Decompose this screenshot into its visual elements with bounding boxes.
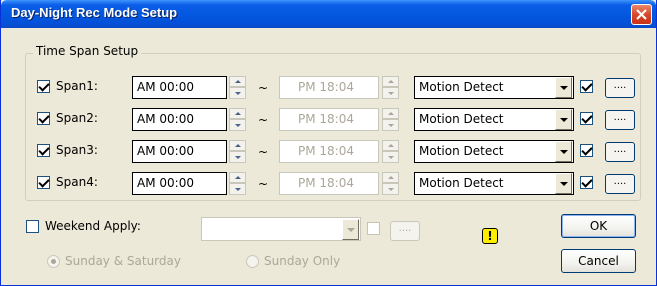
span-start-time-spinner[interactable] (229, 140, 246, 163)
span-more-button[interactable]: .... (605, 174, 635, 194)
span-enable-checkbox[interactable] (37, 176, 50, 189)
radio-sunday-only-label: Sunday Only (264, 254, 341, 268)
spin-down-icon[interactable] (229, 87, 246, 99)
span-end-time-field[interactable]: PM 18:04 (279, 140, 379, 163)
span-mode-value: Motion Detect (419, 144, 504, 158)
span-more-button[interactable]: .... (605, 142, 635, 162)
cancel-button[interactable]: Cancel (561, 249, 636, 273)
span-label: Span1: (56, 79, 98, 93)
dialog-window: Day-Night Rec Mode Setup Time Span Setup… (0, 0, 657, 286)
span-separator: ~ (258, 145, 269, 159)
span-label: Span2: (56, 111, 98, 125)
ok-button[interactable]: OK (561, 214, 636, 238)
window-title: Day-Night Rec Mode Setup (11, 5, 178, 20)
span-enable-checkbox[interactable] (37, 144, 50, 157)
warning-icon: ! (482, 228, 498, 244)
span-end-time-value: PM 18:04 (298, 112, 354, 126)
span-mode-dropdown-button[interactable] (555, 77, 572, 98)
close-button[interactable] (631, 4, 652, 25)
span-more-button[interactable]: .... (605, 110, 635, 130)
weekend-more-button[interactable]: .... (390, 221, 420, 241)
span-start-time-value: AM 00:00 (137, 144, 194, 158)
spin-down-icon[interactable] (382, 183, 399, 195)
title-bar[interactable]: Day-Night Rec Mode Setup (1, 0, 656, 28)
spin-down-icon[interactable] (229, 183, 246, 195)
span-separator: ~ (258, 177, 269, 191)
span-start-time-spinner[interactable] (229, 108, 246, 131)
span-more-button[interactable]: .... (605, 78, 635, 98)
span-mode-dropdown-button[interactable] (555, 173, 572, 194)
span-end-time-value: PM 18:04 (298, 176, 354, 190)
span-end-time-spinner[interactable] (382, 140, 399, 163)
span-end-time-field[interactable]: PM 18:04 (279, 108, 379, 131)
radio-sunday-saturday-label: Sunday & Saturday (65, 254, 181, 268)
span-mode-select[interactable]: Motion Detect (414, 108, 574, 131)
span-label: Span4: (56, 175, 98, 189)
span-mode-dropdown-button[interactable] (555, 109, 572, 130)
radio-sunday-saturday[interactable] (47, 255, 60, 268)
spin-up-icon[interactable] (229, 140, 246, 151)
spin-down-icon[interactable] (229, 151, 246, 163)
span-mode-value: Motion Detect (419, 176, 504, 190)
span-mode-select[interactable]: Motion Detect (414, 76, 574, 99)
spin-down-icon[interactable] (382, 151, 399, 163)
span-mode-select[interactable]: Motion Detect (414, 172, 574, 195)
span-mode-checkbox[interactable] (580, 176, 593, 189)
weekend-mode-checkbox[interactable] (367, 222, 380, 235)
spin-up-icon[interactable] (382, 108, 399, 119)
span-mode-value: Motion Detect (419, 80, 504, 94)
spin-down-icon[interactable] (382, 87, 399, 99)
span-mode-checkbox[interactable] (580, 80, 593, 93)
weekend-mode-select[interactable] (201, 217, 361, 241)
span-end-time-value: PM 18:04 (298, 144, 354, 158)
span-start-time-spinner[interactable] (229, 172, 246, 195)
span-end-time-spinner[interactable] (382, 76, 399, 99)
span-label: Span3: (56, 143, 98, 157)
span-start-time-value: AM 00:00 (137, 80, 194, 94)
spin-down-icon[interactable] (382, 119, 399, 131)
span-separator: ~ (258, 113, 269, 127)
span-mode-checkbox[interactable] (580, 112, 593, 125)
close-icon (636, 9, 647, 20)
span-start-time-spinner[interactable] (229, 76, 246, 99)
span-enable-checkbox[interactable] (37, 80, 50, 93)
span-enable-checkbox[interactable] (37, 112, 50, 125)
time-span-legend: Time Span Setup (33, 44, 142, 58)
spin-down-icon[interactable] (229, 119, 246, 131)
spin-up-icon[interactable] (382, 172, 399, 183)
weekend-mode-dropdown-button[interactable] (342, 219, 359, 240)
spin-up-icon[interactable] (229, 76, 246, 87)
span-end-time-value: PM 18:04 (298, 80, 354, 94)
spin-up-icon[interactable] (229, 172, 246, 183)
span-mode-value: Motion Detect (419, 112, 504, 126)
span-start-time-field[interactable]: AM 00:00 (132, 76, 227, 99)
span-start-time-field[interactable]: AM 00:00 (132, 172, 227, 195)
weekend-apply-checkbox[interactable] (26, 220, 39, 233)
span-end-time-field[interactable]: PM 18:04 (279, 76, 379, 99)
spin-up-icon[interactable] (382, 76, 399, 87)
span-separator: ~ (258, 81, 269, 95)
span-mode-select[interactable]: Motion Detect (414, 140, 574, 163)
span-mode-dropdown-button[interactable] (555, 141, 572, 162)
span-start-time-value: AM 00:00 (137, 176, 194, 190)
radio-sunday-only[interactable] (246, 255, 259, 268)
span-mode-checkbox[interactable] (580, 144, 593, 157)
span-end-time-spinner[interactable] (382, 172, 399, 195)
span-start-time-value: AM 00:00 (137, 112, 194, 126)
span-end-time-field[interactable]: PM 18:04 (279, 172, 379, 195)
spin-up-icon[interactable] (229, 108, 246, 119)
span-start-time-field[interactable]: AM 00:00 (132, 108, 227, 131)
span-start-time-field[interactable]: AM 00:00 (132, 140, 227, 163)
span-end-time-spinner[interactable] (382, 108, 399, 131)
weekend-apply-label: Weekend Apply: (45, 219, 141, 233)
spin-up-icon[interactable] (382, 140, 399, 151)
